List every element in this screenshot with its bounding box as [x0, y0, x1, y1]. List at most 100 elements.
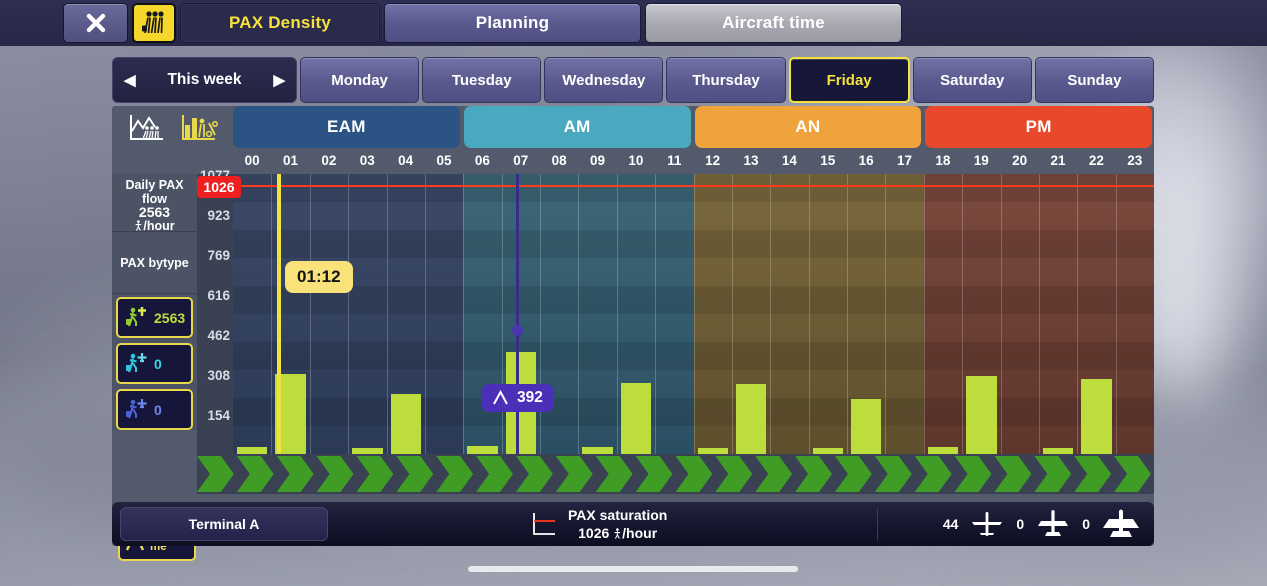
- bar-hour-04[interactable]: [390, 393, 421, 454]
- grid-line: [386, 174, 388, 454]
- grid-line: [885, 174, 887, 454]
- peak-segment[interactable]: [596, 456, 633, 492]
- peak-segment[interactable]: [197, 456, 234, 492]
- saturation-value-badge: 1026: [197, 176, 241, 199]
- status-bar: Terminal A PAX saturation 1026 /hour 44: [112, 502, 1154, 546]
- peak-segment[interactable]: [396, 456, 433, 492]
- y-tick-308: 308: [207, 367, 230, 383]
- period-am[interactable]: AM: [463, 106, 691, 148]
- pax-density-chart-icon[interactable]: [127, 111, 167, 143]
- period-label: AM: [563, 117, 591, 136]
- day-button-tuesday[interactable]: Tuesday: [422, 57, 542, 103]
- grid-line: [463, 174, 465, 454]
- peak-segment[interactable]: [1074, 456, 1111, 492]
- hour-label-16: 16: [858, 153, 874, 168]
- time-cursor[interactable]: [277, 174, 282, 454]
- day-button-monday[interactable]: Monday: [300, 57, 420, 103]
- hour-label-17: 17: [897, 153, 913, 168]
- week-navigator[interactable]: ◀ This week ▶: [112, 57, 297, 103]
- day-label: Sunday: [1067, 71, 1122, 89]
- grid-line: [808, 174, 810, 454]
- bar-hour-00[interactable]: [237, 446, 268, 454]
- pax-type-value: 0: [154, 401, 162, 418]
- departing-pax-icon: [126, 306, 146, 326]
- peak-segment[interactable]: [516, 456, 553, 492]
- hour-label-09: 09: [590, 153, 606, 168]
- grid-line: [424, 174, 426, 454]
- terminal-selector-button[interactable]: Terminal A: [120, 507, 328, 541]
- peak-segment[interactable]: [1034, 456, 1071, 492]
- pax-density-chart[interactable]: 01:12 392: [233, 174, 1154, 454]
- bar-hour-09[interactable]: [582, 447, 613, 454]
- peak-segment[interactable]: [476, 456, 513, 492]
- pax-type-transfer[interactable]: 0: [116, 389, 193, 430]
- peak-segment[interactable]: [715, 456, 752, 492]
- peak-segment[interactable]: [995, 456, 1032, 492]
- bar-hour-22[interactable]: [1081, 378, 1112, 454]
- peak-segment[interactable]: [795, 456, 832, 492]
- peak-segment[interactable]: [636, 456, 673, 492]
- hour-label-15: 15: [820, 153, 836, 168]
- hour-label-06: 06: [474, 153, 490, 168]
- peak-segment[interactable]: [955, 456, 992, 492]
- day-label: Wednesday: [562, 71, 646, 89]
- hour-label-05: 05: [436, 153, 452, 168]
- day-button-friday[interactable]: Friday: [788, 57, 910, 103]
- week-label: This week: [167, 71, 242, 88]
- pax-saturation-chart-icon[interactable]: [179, 111, 219, 143]
- chart-mode-icons: [112, 106, 233, 148]
- peak-segment[interactable]: [277, 456, 314, 492]
- chevron-left-icon[interactable]: ◀: [124, 71, 136, 89]
- tab-label: Planning: [475, 13, 550, 32]
- grid-line: [770, 174, 772, 454]
- period-pm[interactable]: PM: [925, 106, 1152, 148]
- peak-segment[interactable]: [835, 456, 872, 492]
- hour-label-03: 03: [359, 153, 375, 168]
- bar-hour-13[interactable]: [735, 384, 767, 454]
- pax-type-departing[interactable]: 2563: [116, 297, 193, 338]
- day-button-saturday[interactable]: Saturday: [912, 57, 1032, 103]
- tab-planning[interactable]: Planning: [384, 3, 641, 43]
- bar-hour-16[interactable]: [851, 398, 882, 454]
- bar-hour-10[interactable]: [620, 383, 652, 454]
- peak-segment[interactable]: [317, 456, 354, 492]
- saturation-title: PAX saturation: [568, 507, 668, 523]
- peak-segment[interactable]: [755, 456, 792, 492]
- y-tick-462: 462: [207, 327, 230, 343]
- day-label: Tuesday: [451, 71, 512, 89]
- peak-time-row[interactable]: [197, 454, 1154, 494]
- bar-hour-19[interactable]: [966, 375, 997, 454]
- peak-segment[interactable]: [915, 456, 952, 492]
- saturation-line-chart-icon: [533, 513, 555, 535]
- peak-segment[interactable]: [676, 456, 713, 492]
- bar-hour-18[interactable]: [927, 447, 959, 454]
- peak-segment[interactable]: [436, 456, 473, 492]
- day-button-wednesday[interactable]: Wednesday: [544, 57, 664, 103]
- day-button-thursday[interactable]: Thursday: [666, 57, 786, 103]
- tab-pax-density[interactable]: PAX Density: [180, 3, 380, 43]
- hour-label-10: 10: [628, 153, 644, 168]
- grid-line: [693, 174, 695, 454]
- grid-line: [1000, 174, 1002, 454]
- peak-segment[interactable]: [357, 456, 394, 492]
- peak-segment[interactable]: [237, 456, 274, 492]
- bar-hour-06[interactable]: [467, 446, 498, 454]
- day-button-sunday[interactable]: Sunday: [1034, 57, 1154, 103]
- y-tick-923: 923: [207, 208, 230, 224]
- period-an[interactable]: AN: [694, 106, 922, 148]
- period-eam[interactable]: EAM: [233, 106, 460, 148]
- daily-flow-unit: /hour: [112, 219, 197, 234]
- status-bar-divider: [877, 508, 878, 540]
- tab-aircraft-time[interactable]: Aircraft time: [645, 3, 902, 43]
- chevron-right-icon[interactable]: ▶: [273, 71, 285, 89]
- pax-type-arriving[interactable]: 0: [116, 343, 193, 384]
- grid-line: [1115, 174, 1117, 454]
- peak-segment[interactable]: [875, 456, 912, 492]
- value-pin-dot: [511, 325, 523, 337]
- grid-line: [962, 174, 964, 454]
- pax-group-button[interactable]: [132, 3, 176, 43]
- close-button[interactable]: [63, 3, 128, 43]
- peak-segment[interactable]: [1114, 456, 1151, 492]
- peak-segment[interactable]: [556, 456, 593, 492]
- day-label: Saturday: [940, 71, 1005, 89]
